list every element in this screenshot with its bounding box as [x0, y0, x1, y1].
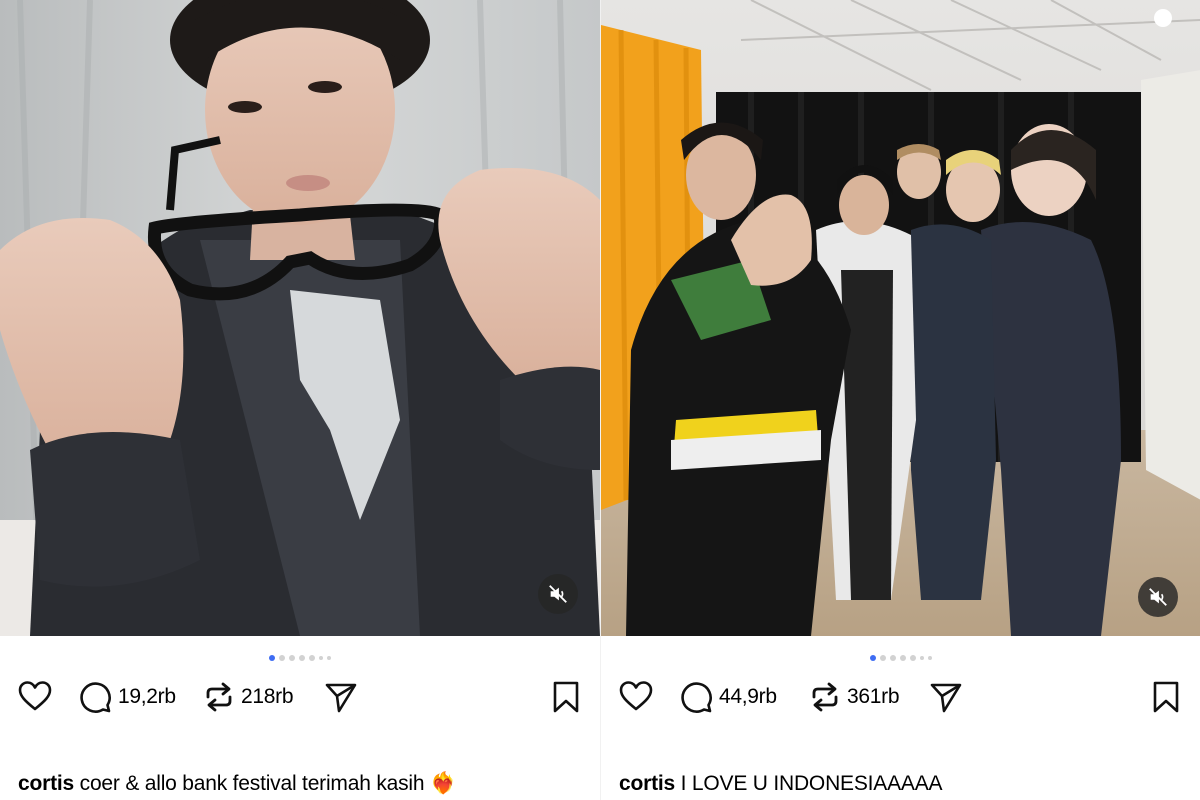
carousel-dot [279, 655, 285, 661]
speech-bubble-icon [80, 682, 111, 713]
caption-username[interactable]: cortis [18, 772, 74, 795]
carousel-dot [910, 655, 916, 661]
speaker-muted-icon [549, 585, 567, 603]
like-button[interactable] [619, 680, 653, 712]
heart-icon [619, 681, 653, 711]
paper-plane-icon [325, 683, 357, 713]
repost-button[interactable]: 218rb [203, 680, 294, 714]
post-card: 44,9rb 361rb cortis I LOVE U INDONESIAAA… [600, 0, 1200, 800]
mute-button[interactable] [538, 574, 578, 614]
carousel-dot-active [269, 655, 275, 661]
carousel-dot [319, 656, 323, 660]
carousel-dot [289, 655, 295, 661]
carousel-dot [900, 655, 906, 661]
save-button[interactable] [1152, 680, 1180, 714]
mute-button[interactable] [1138, 577, 1178, 617]
carousel-dot [309, 655, 315, 661]
carousel-dot [327, 656, 331, 660]
comment-button[interactable]: 44,9rb [679, 680, 777, 714]
repost-count: 218rb [241, 685, 294, 708]
action-bar: 19,2rb 218rb [0, 676, 600, 722]
carousel-dot-active [870, 655, 876, 661]
caption-text: I LOVE U INDONESIAAAAA [680, 772, 943, 795]
carousel-dot [299, 655, 305, 661]
repost-arrows-icon [812, 682, 838, 712]
carousel-indicator [0, 654, 600, 662]
like-button[interactable] [18, 680, 52, 712]
speaker-muted-icon [1149, 588, 1167, 606]
carousel-dot [890, 655, 896, 661]
post-caption: cortis I LOVE U INDONESIAAAAA [619, 772, 943, 796]
carousel-indicator [601, 654, 1200, 662]
speech-bubble-icon [681, 682, 712, 713]
share-button[interactable] [324, 680, 358, 714]
bookmark-icon [1153, 681, 1179, 713]
carousel-dot [920, 656, 924, 660]
post-photo[interactable] [601, 0, 1200, 636]
post-photo[interactable] [0, 0, 600, 636]
paper-plane-icon [930, 683, 962, 713]
bookmark-icon [553, 681, 579, 713]
comment-button[interactable]: 19,2rb [78, 680, 176, 714]
photo-group-backstage [601, 0, 1200, 636]
share-button[interactable] [929, 680, 963, 714]
post-caption: cortis coer & allo bank festival terimah… [18, 772, 456, 796]
save-button[interactable] [552, 680, 580, 714]
comment-count: 44,9rb [719, 685, 777, 708]
repost-count: 361rb [847, 685, 900, 708]
caption-username[interactable]: cortis [619, 772, 675, 795]
caption-text: coer & allo bank festival terimah kasih [79, 772, 425, 795]
action-bar: 44,9rb 361rb [601, 676, 1200, 722]
post-card: 19,2rb 218rb cortis coer & allo bank fes… [0, 0, 600, 800]
comment-count: 19,2rb [118, 685, 176, 708]
carousel-dot [880, 655, 886, 661]
heart-icon [18, 681, 52, 711]
carousel-dot [928, 656, 932, 660]
heart-on-fire-emoji: ❤️‍🔥 [429, 772, 456, 795]
repost-button[interactable]: 361rb [809, 680, 900, 714]
repost-arrows-icon [206, 682, 232, 712]
photo-portrait-glasses [0, 0, 600, 636]
feed: 19,2rb 218rb cortis coer & allo bank fes… [0, 0, 1200, 800]
